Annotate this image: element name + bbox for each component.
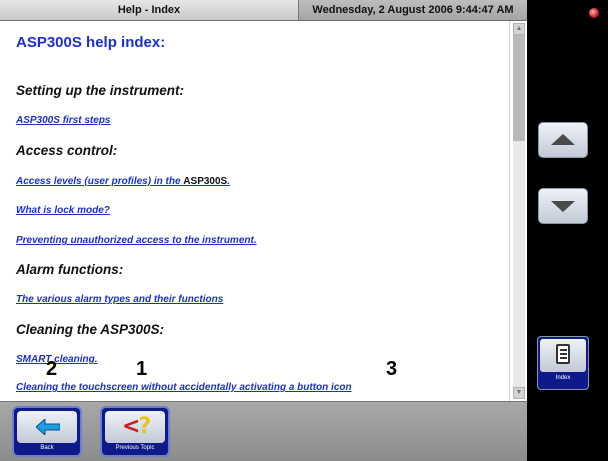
link-alarm-types[interactable]: The various alarm types and their functi… <box>16 294 223 305</box>
index-button-label: Index <box>555 375 571 381</box>
side-panel <box>527 0 608 460</box>
link-touchscreen-cleaning[interactable]: Cleaning the touchscreen without acciden… <box>16 382 352 393</box>
previous-topic-button[interactable]: <? Previous Topic <box>100 406 170 457</box>
link-lock-mode[interactable]: What is lock mode? <box>16 205 110 216</box>
document-list-icon <box>556 344 570 364</box>
callout-number: 2 <box>46 358 58 380</box>
scroll-down-button[interactable] <box>538 188 588 224</box>
link-access-levels[interactable]: Access levels (user profiles) in the ASP… <box>16 176 230 187</box>
back-button[interactable]: Back <box>12 406 82 457</box>
previous-topic-icon: <? <box>122 414 151 439</box>
status-light-icon <box>589 8 599 18</box>
scroll-up-button[interactable] <box>538 122 588 158</box>
page-title: ASP300S help index: <box>16 34 166 51</box>
help-content: ASP300S help index: Setting up the instr… <box>0 21 509 401</box>
previous-topic-button-label: Previous Topic <box>115 445 155 451</box>
link-access-levels-product: ASP300S <box>183 176 228 187</box>
section-access-title: Access control: <box>16 143 118 158</box>
callout-number: 3 <box>386 358 398 380</box>
link-prevent-access[interactable]: Preventing unauthorized access to the in… <box>16 235 257 246</box>
callout-number: 1 <box>136 358 148 380</box>
scroll-down-arrow-icon[interactable]: ▼ <box>513 387 525 399</box>
back-arrow-icon <box>36 419 60 435</box>
scroll-up-arrow-icon[interactable]: ▲ <box>513 23 525 35</box>
scroll-thumb[interactable] <box>513 35 525 141</box>
triangle-up-icon <box>551 134 575 145</box>
back-button-label: Back <box>40 445 54 451</box>
window-title: Help - Index <box>0 0 299 20</box>
title-bar: Help - Index Wednesday, 2 August 2006 9:… <box>0 0 527 21</box>
link-first-steps[interactable]: ASP300S first steps <box>16 115 111 126</box>
triangle-down-icon <box>551 201 575 212</box>
link-access-levels-text: Access levels (user profiles) in the <box>16 176 184 187</box>
index-button[interactable]: Index <box>537 336 589 390</box>
section-cleaning-title: Cleaning the ASP300S: <box>16 322 165 337</box>
section-setup-title: Setting up the instrument: <box>16 83 184 98</box>
section-alarm-title: Alarm functions: <box>16 262 124 277</box>
date-time-display: Wednesday, 2 August 2006 9:44:47 AM <box>299 0 527 20</box>
scrollbar[interactable]: ▲ ▼ <box>509 21 528 401</box>
